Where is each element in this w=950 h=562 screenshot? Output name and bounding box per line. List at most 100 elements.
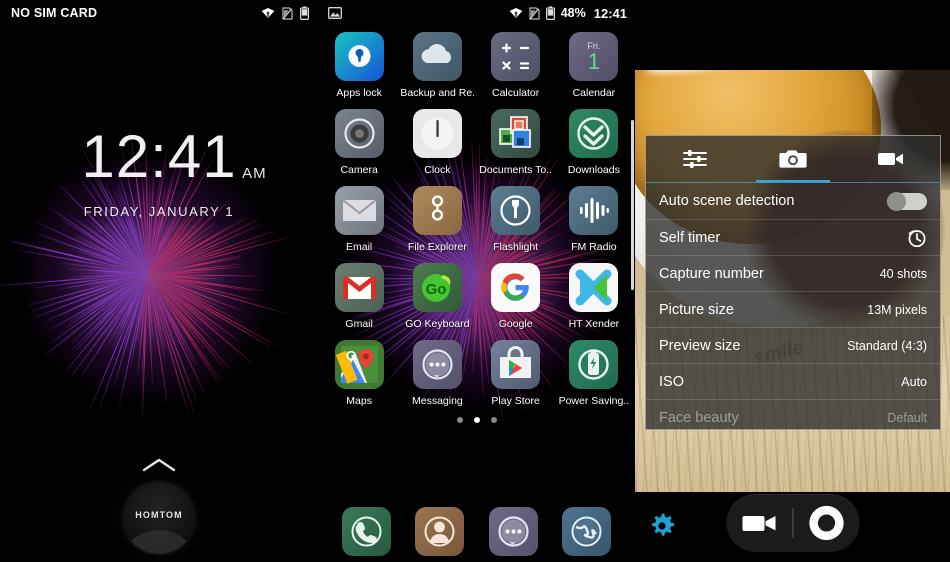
drawer-status-right: 48% 12:41 xyxy=(509,6,627,21)
svg-text:G: G xyxy=(346,348,356,363)
battery-icon xyxy=(546,6,555,20)
svg-text:Go: Go xyxy=(425,281,446,298)
app-icon-camera[interactable]: Camera xyxy=(320,109,398,176)
app-icon-file-explorer[interactable]: File Explorer xyxy=(398,186,476,253)
setting-label: Picture size xyxy=(659,302,734,318)
app-label: Maps xyxy=(346,395,372,407)
homtom-unlock-button[interactable]: HOMTOM xyxy=(123,482,195,554)
setting-row-face-beauty[interactable]: Face beauty Default xyxy=(646,399,940,430)
app-icon-email[interactable]: Email xyxy=(320,186,398,253)
app-icon-calendar[interactable]: Fri. 1 Calendar xyxy=(555,32,633,99)
app-icon-go-keyboard[interactable]: Go GO Keyboard xyxy=(398,263,476,330)
app-icon-google[interactable]: Google xyxy=(477,263,555,330)
lock-clock: 12:41 AM FRIDAY, JANUARY 1 xyxy=(0,128,318,219)
battery-percent: 48% xyxy=(561,6,586,20)
camera-settings-panel: Auto scene detection Self timer Capture nu… xyxy=(645,135,941,430)
app-label: Play Store xyxy=(491,395,539,407)
page-indicator xyxy=(318,417,635,423)
app-icon-backup-and-re[interactable]: Backup and Re.. xyxy=(398,32,476,99)
setting-row-iso[interactable]: ISO Auto xyxy=(646,363,940,399)
lock-screen: NO SIM CARD 12:41 AM FRIDAY, JANUARY 1 H… xyxy=(0,0,318,562)
status-clock: 12:41 xyxy=(594,6,627,21)
dock-messaging[interactable] xyxy=(489,507,538,556)
app-icon-gmail[interactable]: Gmail xyxy=(320,263,398,330)
app-label: Apps lock xyxy=(336,87,382,99)
unlock-area[interactable]: HOMTOM xyxy=(0,457,318,554)
dock-phone[interactable] xyxy=(342,507,391,556)
toggle-knob xyxy=(887,192,906,211)
setting-label: Capture number xyxy=(659,266,764,282)
lock-time-ampm: AM xyxy=(242,167,267,181)
video-record-button[interactable] xyxy=(726,511,792,535)
chevron-up-icon[interactable] xyxy=(142,457,176,473)
app-icon-messaging[interactable]: Messaging xyxy=(398,340,476,407)
page-dot[interactable] xyxy=(491,417,497,423)
dock-browser[interactable] xyxy=(562,507,611,556)
lock-status-bar: NO SIM CARD xyxy=(0,0,318,26)
camera-settings-tabs xyxy=(646,136,940,182)
app-label: Flashlight xyxy=(493,241,538,253)
setting-row-self-timer[interactable]: Self timer xyxy=(646,219,940,255)
app-icon-ht-xender[interactable]: HT Xender xyxy=(555,263,633,330)
setting-row-capture-number[interactable]: Capture number 40 shots xyxy=(646,255,940,291)
tab-general-settings[interactable] xyxy=(646,136,744,182)
app-label: Power Saving.. xyxy=(559,395,630,407)
app-icon-maps[interactable]: G Maps xyxy=(320,340,398,407)
page-dot-active[interactable] xyxy=(474,417,480,423)
aperture-shutter-icon xyxy=(807,504,845,542)
drawer-status-bar: 48% 12:41 xyxy=(318,0,635,26)
setting-row-preview-size[interactable]: Preview size Standard (4:3) xyxy=(646,327,940,363)
tabs-underline xyxy=(646,182,940,183)
no-sim-icon xyxy=(529,7,540,20)
tab-video-camera[interactable] xyxy=(842,136,940,182)
dock-contacts[interactable] xyxy=(415,507,464,556)
timer-icon[interactable] xyxy=(907,228,927,248)
app-icon-calculator[interactable]: Calculator xyxy=(477,32,555,99)
setting-value: Auto xyxy=(901,375,927,389)
lock-date: FRIDAY, JANUARY 1 xyxy=(0,204,318,219)
app-drawer-screen: 48% 12:41 Apps lock Backup and Re.. Calcul… xyxy=(318,0,635,562)
app-label: Google xyxy=(499,318,533,330)
wifi-icon xyxy=(509,7,523,19)
setting-label: ISO xyxy=(659,374,684,390)
homtom-brand-label: HOMTOM xyxy=(135,510,182,520)
app-label: GO Keyboard xyxy=(405,318,469,330)
app-icon-downloads[interactable]: Downloads xyxy=(555,109,633,176)
app-label: Calculator xyxy=(492,87,539,99)
screenshot-root: NO SIM CARD 12:41 AM FRIDAY, JANUARY 1 H… xyxy=(0,0,950,562)
app-icon-power-saving[interactable]: Power Saving.. xyxy=(555,340,633,407)
gear-icon xyxy=(649,513,675,539)
app-label: FM Radio xyxy=(571,241,617,253)
page-dot[interactable] xyxy=(457,417,463,423)
shutter-button[interactable] xyxy=(793,504,859,542)
auto-scene-detection-toggle[interactable] xyxy=(887,193,927,210)
app-icon-flashlight[interactable]: Flashlight xyxy=(477,186,555,253)
setting-label: Auto scene detection xyxy=(659,193,794,209)
app-label: Backup and Re.. xyxy=(400,87,474,99)
photo-camera-icon xyxy=(779,148,807,170)
app-icon-clock[interactable]: Clock xyxy=(398,109,476,176)
drawer-scrollbar[interactable] xyxy=(631,120,634,290)
app-label: Camera xyxy=(340,164,377,176)
tab-photo-camera[interactable] xyxy=(744,136,842,182)
sim-status-text: NO SIM CARD xyxy=(11,6,97,20)
lock-time-value: 12:41 xyxy=(81,123,236,190)
camera-settings-button[interactable] xyxy=(649,513,675,544)
app-grid: Apps lock Backup and Re.. Calculator Fri. 1 C… xyxy=(318,26,635,407)
setting-value: Standard (4:3) xyxy=(847,339,927,353)
app-icon-fm-radio[interactable]: FM Radio xyxy=(555,186,633,253)
camera-screen: smile xyxy=(635,0,950,562)
app-label: HT Xender xyxy=(569,318,620,330)
image-icon xyxy=(328,7,342,19)
app-icon-play-store[interactable]: Play Store xyxy=(477,340,555,407)
setting-row-picture-size[interactable]: Picture size 13M pixels xyxy=(646,291,940,327)
camera-capture-controls xyxy=(726,494,859,552)
app-icon-documents-to[interactable]: Documents To.. xyxy=(477,109,555,176)
setting-row-auto-scene-detection[interactable]: Auto scene detection xyxy=(646,183,940,219)
app-icon-apps-lock[interactable]: Apps lock xyxy=(320,32,398,99)
no-sim-icon xyxy=(282,7,293,20)
status-icons xyxy=(261,6,309,20)
lock-time: 12:41 AM xyxy=(81,128,236,186)
setting-label: Preview size xyxy=(659,338,740,354)
setting-value: Default xyxy=(887,411,927,425)
